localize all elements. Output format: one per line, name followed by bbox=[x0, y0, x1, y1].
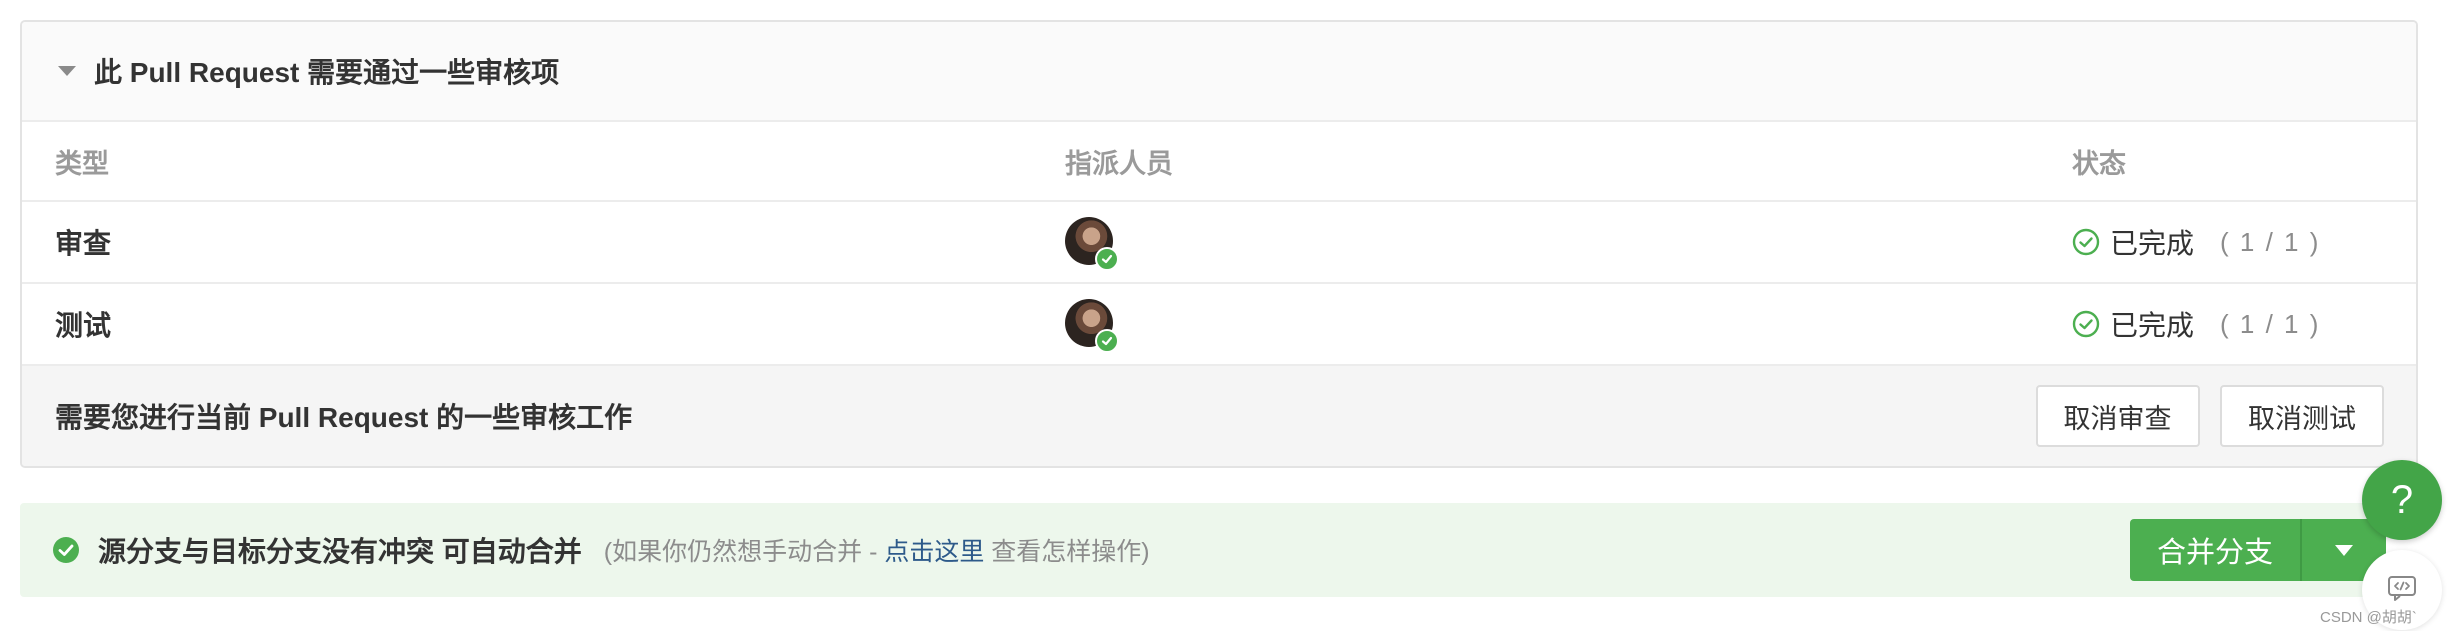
merge-hint: (如果你仍然想手动合并 - 点击这里 查看怎样操作) bbox=[604, 532, 1150, 568]
review-action-buttons: 取消审查 取消测试 bbox=[2020, 385, 2384, 447]
status-text: 已完成 bbox=[2110, 310, 2195, 341]
column-header-type: 类型 bbox=[55, 148, 109, 179]
review-type-label: 测试 bbox=[55, 310, 112, 341]
help-button[interactable]: ? bbox=[2362, 460, 2442, 540]
cancel-test-button[interactable]: 取消测试 bbox=[2220, 385, 2384, 447]
column-header-assignee: 指派人员 bbox=[1065, 148, 1173, 179]
assignee-avatar[interactable] bbox=[1065, 217, 1119, 271]
check-circle-filled-icon bbox=[52, 536, 80, 564]
chevron-down-icon bbox=[2335, 544, 2354, 556]
review-action-row: 需要您进行当前 Pull Request 的一些审核工作 取消审查 取消测试 bbox=[22, 366, 2416, 466]
assignee-avatar[interactable] bbox=[1065, 299, 1119, 353]
status-count: ( 1 / 1 ) bbox=[2220, 308, 2321, 339]
check-circle-icon bbox=[2072, 228, 2100, 256]
merge-hint-suffix: 查看怎样操作) bbox=[984, 538, 1150, 566]
code-icon bbox=[2387, 575, 2417, 606]
approved-check-icon bbox=[1095, 329, 1119, 353]
collapse-caret-icon[interactable] bbox=[58, 66, 76, 76]
approved-check-icon bbox=[1095, 247, 1119, 271]
merge-button-group: 合并分支 bbox=[2130, 519, 2387, 581]
table-row: 审查 已完成 ( 1 / 1 ) bbox=[22, 202, 2416, 284]
merge-status-title: 源分支与目标分支没有冲突 可自动合并 bbox=[98, 536, 582, 567]
merge-status-bar: 源分支与目标分支没有冲突 可自动合并 (如果你仍然想手动合并 - 点击这里 查看… bbox=[20, 503, 2380, 597]
cancel-review-button[interactable]: 取消审查 bbox=[2035, 385, 2200, 447]
review-panel-header[interactable]: 此 Pull Request 需要通过一些审核项 bbox=[22, 22, 2416, 122]
merge-branch-button[interactable]: 合并分支 bbox=[2130, 519, 2301, 581]
review-action-text: 需要您进行当前 Pull Request 的一些审核工作 bbox=[55, 402, 633, 433]
watermark: CSDN @胡胡` bbox=[2320, 609, 2417, 626]
review-table-header: 类型 指派人员 状态 bbox=[22, 122, 2416, 202]
status-text: 已完成 bbox=[2110, 228, 2195, 259]
manual-merge-link[interactable]: 点击这里 bbox=[884, 538, 984, 566]
table-row: 测试 已完成 ( 1 / 1 ) bbox=[22, 284, 2416, 366]
merge-hint-prefix: (如果你仍然想手动合并 - bbox=[603, 538, 885, 566]
status-count: ( 1 / 1 ) bbox=[2220, 226, 2321, 257]
review-panel: 此 Pull Request 需要通过一些审核项 类型 指派人员 状态 审查 已… bbox=[20, 20, 2418, 468]
check-circle-icon bbox=[2072, 310, 2100, 338]
column-header-status: 状态 bbox=[2072, 148, 2126, 179]
review-type-label: 审查 bbox=[55, 228, 112, 259]
review-panel-title: 此 Pull Request 需要通过一些审核项 bbox=[94, 57, 560, 88]
